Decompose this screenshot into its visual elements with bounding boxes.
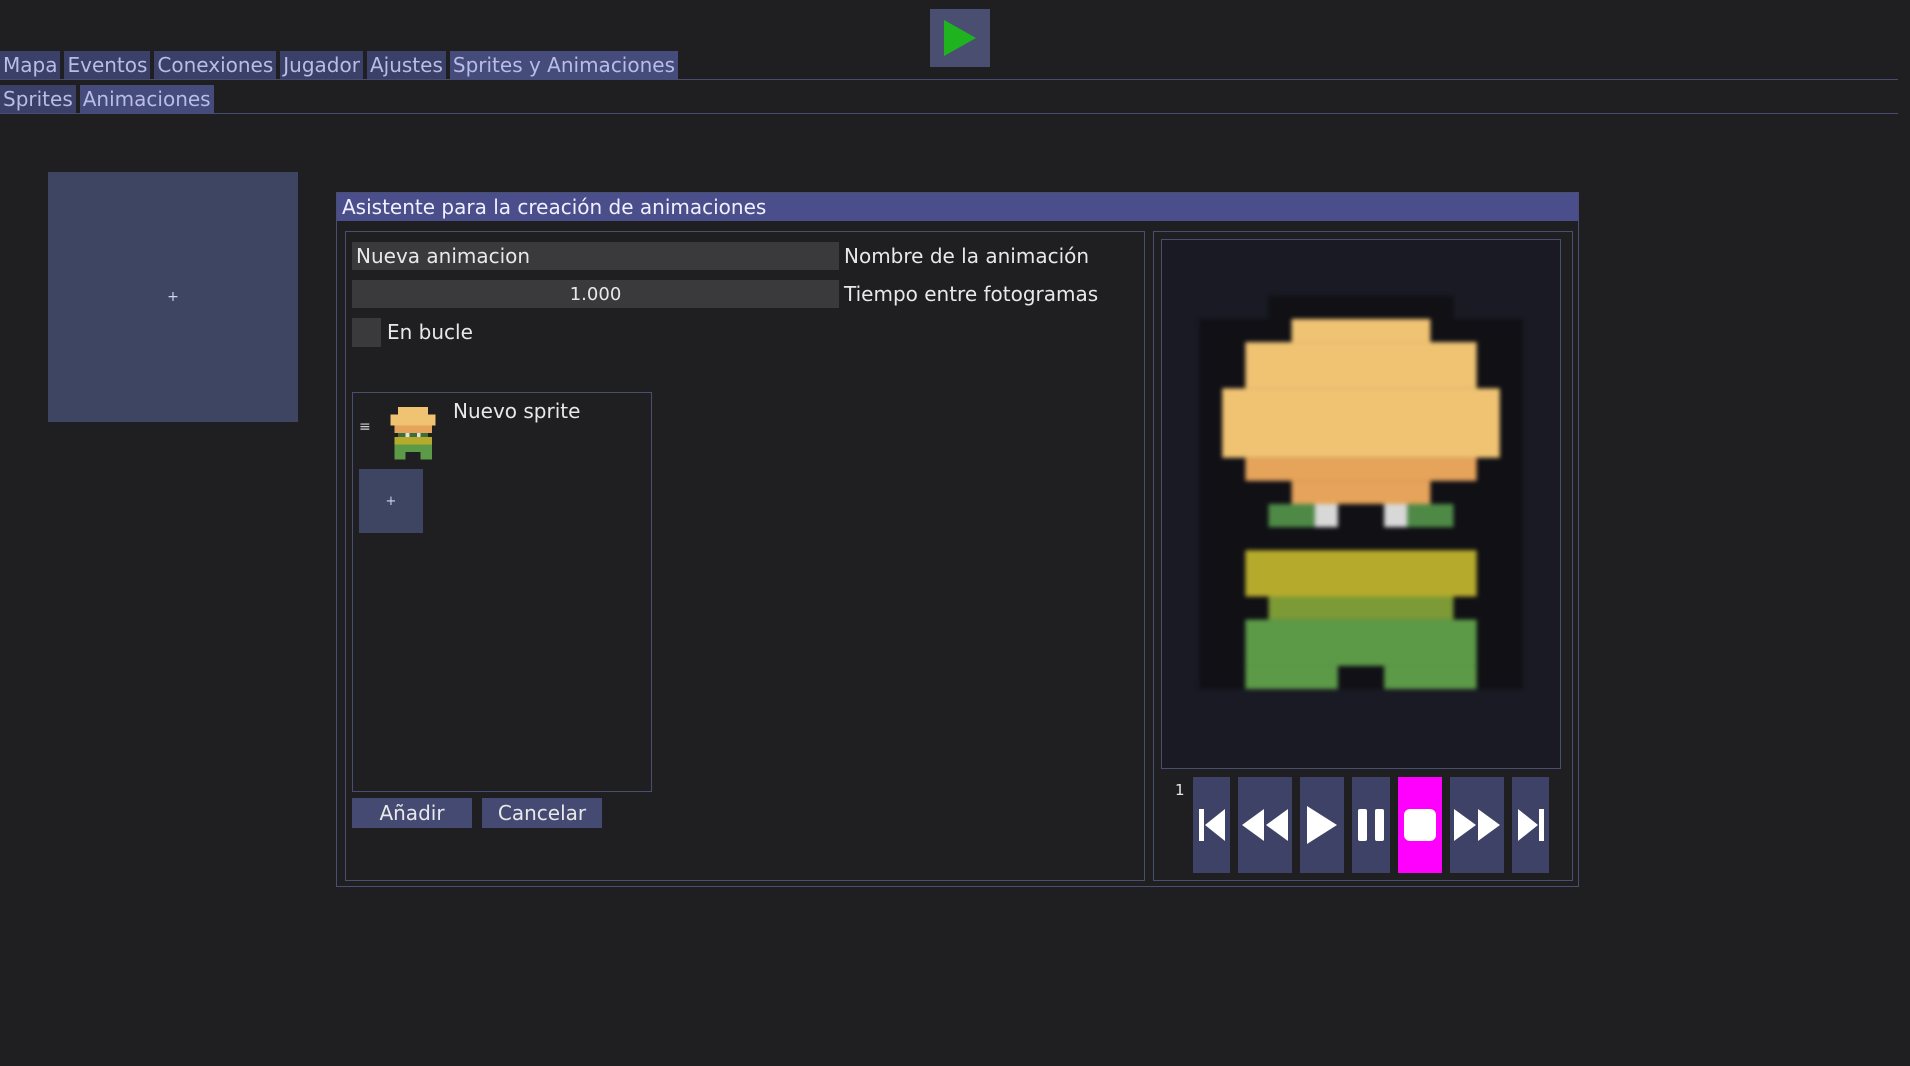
- subtabs-divider: [0, 113, 1898, 114]
- animation-preview: [1161, 239, 1561, 769]
- stop-button[interactable]: [1398, 777, 1442, 873]
- tab-animaciones[interactable]: Animaciones: [79, 85, 214, 113]
- last-frame-icon: [1517, 809, 1544, 841]
- sprite-preview-image: [1199, 295, 1523, 689]
- animation-settings-panel: Nombre de la animación Tiempo entre foto…: [345, 231, 1145, 881]
- frame-time-input[interactable]: [352, 280, 839, 308]
- plus-icon: +: [385, 493, 397, 509]
- first-frame-icon: [1198, 809, 1225, 841]
- tab-sprites[interactable]: Sprites: [0, 85, 76, 113]
- tabs-divider: [0, 79, 1898, 80]
- first-frame-button[interactable]: [1193, 777, 1230, 873]
- fast-forward-button[interactable]: [1450, 777, 1504, 873]
- tab-conexiones[interactable]: Conexiones: [154, 51, 277, 79]
- animation-name-label: Nombre de la animación: [844, 244, 1090, 268]
- play-button[interactable]: [1300, 777, 1344, 873]
- sub-tabs: Sprites Animaciones: [0, 85, 214, 113]
- frame-list: ≡ Nuevo sprite +: [352, 392, 652, 792]
- cancel-button[interactable]: Cancelar: [482, 798, 602, 828]
- play-icon: [944, 20, 976, 56]
- run-button[interactable]: [930, 9, 990, 67]
- dialog-title: Asistente para la creación de animacione…: [337, 193, 1578, 221]
- plus-icon: +: [167, 289, 179, 305]
- sprite-thumbnail: [390, 406, 436, 460]
- main-tabs: Mapa Eventos Conexiones Jugador Ajustes …: [0, 51, 679, 79]
- last-frame-button[interactable]: [1512, 777, 1549, 873]
- animation-wizard-dialog: Asistente para la creación de animacione…: [336, 192, 1579, 887]
- animation-name-input[interactable]: [352, 242, 839, 270]
- tab-sprites-animaciones[interactable]: Sprites y Animaciones: [449, 51, 679, 79]
- pause-icon: [1358, 809, 1384, 841]
- fast-forward-icon: [1454, 809, 1500, 841]
- play-icon: [1307, 806, 1337, 844]
- add-animation-tile[interactable]: +: [48, 172, 298, 422]
- tab-mapa[interactable]: Mapa: [0, 51, 61, 79]
- pause-button[interactable]: [1352, 777, 1390, 873]
- preview-panel: 1: [1153, 231, 1573, 881]
- loop-label: En bucle: [387, 320, 473, 344]
- frame-label: Nuevo sprite: [453, 399, 581, 423]
- tab-eventos[interactable]: Eventos: [64, 51, 151, 79]
- loop-checkbox[interactable]: [352, 318, 381, 347]
- add-frame-button[interactable]: +: [359, 469, 423, 533]
- current-frame-number: 1: [1175, 781, 1185, 799]
- add-button[interactable]: Añadir: [352, 798, 472, 828]
- list-item[interactable]: ≡ Nuevo sprite: [353, 393, 651, 468]
- drag-handle-icon[interactable]: ≡: [359, 419, 371, 435]
- rewind-button[interactable]: [1238, 777, 1292, 873]
- tab-ajustes[interactable]: Ajustes: [366, 51, 446, 79]
- stop-icon: [1404, 809, 1436, 841]
- frame-time-label: Tiempo entre fotogramas: [844, 282, 1099, 306]
- tab-jugador[interactable]: Jugador: [280, 51, 363, 79]
- playback-controls: [1193, 777, 1549, 873]
- rewind-icon: [1242, 809, 1288, 841]
